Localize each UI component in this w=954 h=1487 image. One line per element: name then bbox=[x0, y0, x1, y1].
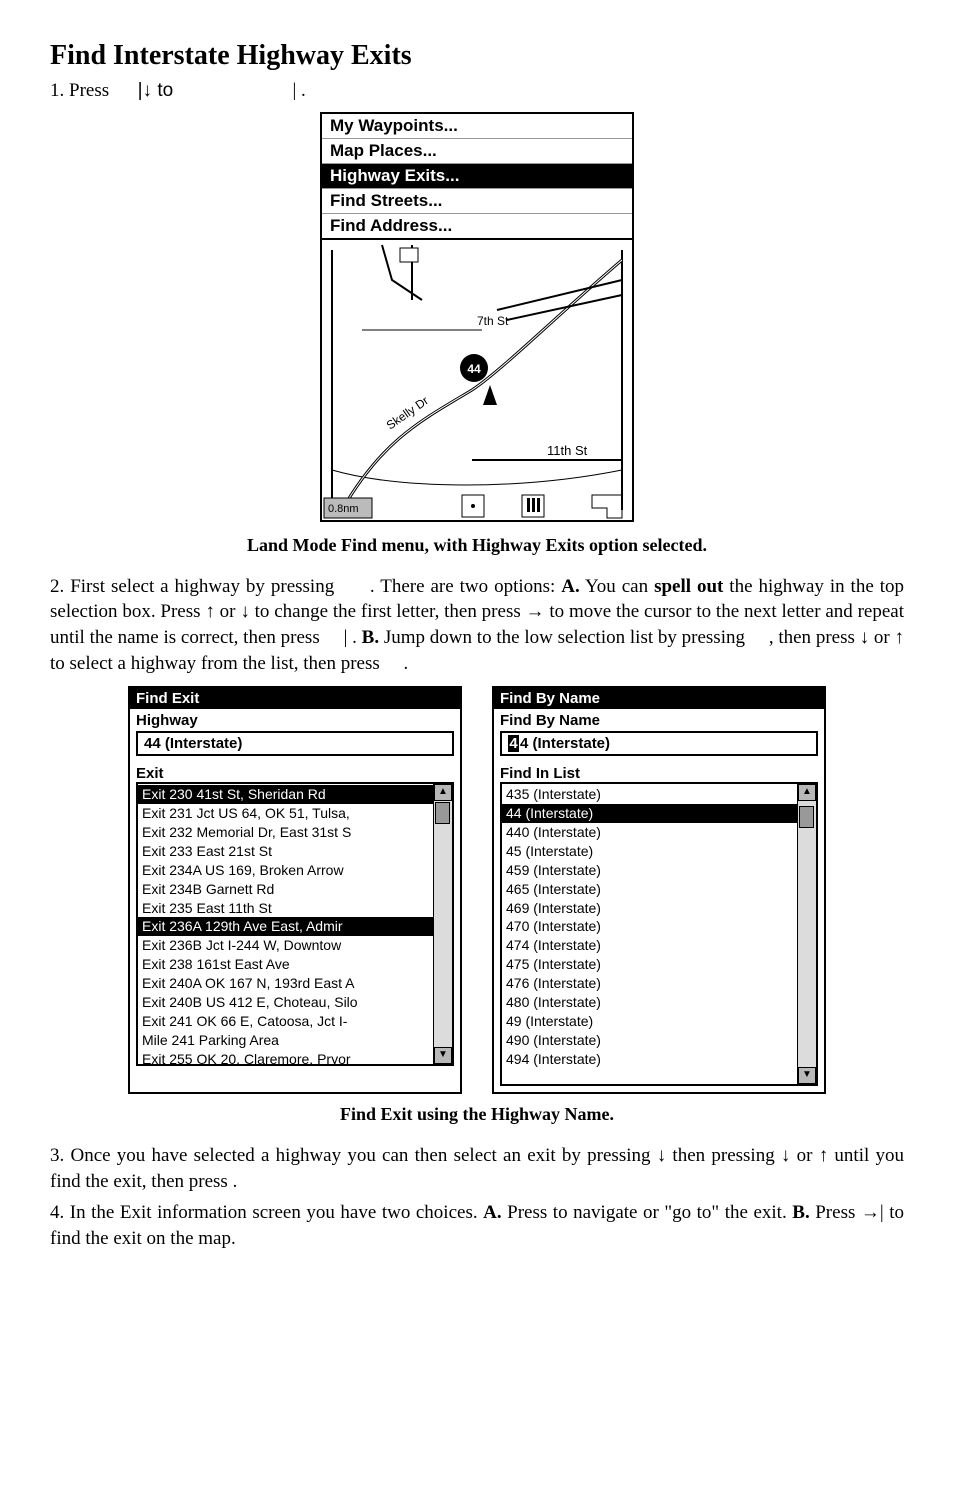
map-label-skelly: Skelly Dr bbox=[384, 393, 431, 432]
p2h: . bbox=[404, 653, 409, 674]
menu-highway-exits[interactable]: Highway Exits... bbox=[322, 164, 632, 189]
exit-listbox[interactable]: Exit 230 41st St, Sheridan RdExit 231 Jc… bbox=[136, 782, 454, 1066]
find-menu: My Waypoints... Map Places... Highway Ex… bbox=[322, 114, 632, 240]
list-item[interactable]: Exit 240A OK 167 N, 193rd East A bbox=[138, 974, 452, 993]
name-rest: 4 (Interstate) bbox=[520, 735, 610, 752]
map-label-11th: 11th St bbox=[547, 443, 588, 458]
list-item[interactable]: Exit 234A US 169, Broken Arrow bbox=[138, 861, 452, 880]
p4-bold-a: A. bbox=[483, 1202, 501, 1223]
list-item[interactable]: Exit 230 41st St, Sheridan Rd bbox=[138, 785, 452, 804]
p2b: . There are two options: bbox=[370, 576, 561, 597]
scroll-thumb[interactable] bbox=[435, 802, 450, 824]
step-4: 4. In the Exit information screen you ha… bbox=[50, 1200, 904, 1251]
p2-bold-a: A. bbox=[561, 576, 579, 597]
p2f: Jump down to the low selection list by p… bbox=[379, 627, 750, 648]
scrollbar[interactable]: ▲ ▼ bbox=[797, 784, 816, 1084]
list-item[interactable]: 494 (Interstate) bbox=[502, 1050, 816, 1069]
p4-bold-b: B. bbox=[792, 1202, 809, 1223]
map-label-7th: 7th St bbox=[477, 314, 509, 328]
step1-text-a: 1. Press bbox=[50, 80, 114, 101]
caption-2: Find Exit using the Highway Name. bbox=[50, 1104, 904, 1125]
menu-my-waypoints[interactable]: My Waypoints... bbox=[322, 114, 632, 139]
p2c: You can bbox=[580, 576, 654, 597]
list-item[interactable]: 440 (Interstate) bbox=[502, 823, 816, 842]
scroll-down-icon[interactable]: ▼ bbox=[798, 1067, 816, 1084]
route-shield: 44 bbox=[467, 362, 481, 376]
scroll-thumb[interactable] bbox=[799, 806, 814, 828]
list-item[interactable]: 44 (Interstate) bbox=[502, 804, 816, 823]
list-item[interactable]: 476 (Interstate) bbox=[502, 974, 816, 993]
list-item[interactable]: 474 (Interstate) bbox=[502, 936, 816, 955]
list-item[interactable]: Exit 234B Garnett Rd bbox=[138, 880, 452, 899]
list-item[interactable]: Exit 255 OK 20, Claremore, Pryor bbox=[138, 1050, 452, 1067]
list-item[interactable]: Exit 232 Memorial Dr, East 31st S bbox=[138, 823, 452, 842]
page-title: Find Interstate Highway Exits bbox=[50, 40, 904, 72]
find-exit-title: Find Exit bbox=[130, 688, 460, 709]
list-item[interactable]: Exit 236A 129th Ave East, Admir bbox=[138, 917, 452, 936]
caption-1: Land Mode Find menu, with Highway Exits … bbox=[50, 535, 904, 556]
step1-text-b: |↓ to bbox=[138, 80, 179, 101]
list-item[interactable]: 45 (Interstate) bbox=[502, 842, 816, 861]
highway-label: Highway bbox=[130, 709, 460, 729]
highway-field[interactable]: 44 (Interstate) bbox=[136, 731, 454, 756]
list-item[interactable]: Exit 238 161st East Ave bbox=[138, 955, 452, 974]
list-item[interactable]: Exit 240B US 412 E, Choteau, Silo bbox=[138, 993, 452, 1012]
map-scale: 0.8nm bbox=[328, 503, 359, 515]
list-item[interactable]: 469 (Interstate) bbox=[502, 899, 816, 918]
list-item[interactable]: 475 (Interstate) bbox=[502, 955, 816, 974]
p4b: Press to navigate or "go to" the exit. bbox=[502, 1202, 793, 1223]
list-item[interactable]: Mile 241 Parking Area bbox=[138, 1031, 452, 1050]
find-by-name-title: Find By Name bbox=[494, 688, 824, 709]
name-listbox[interactable]: 435 (Interstate)44 (Interstate)440 (Inte… bbox=[500, 782, 818, 1086]
list-item[interactable]: 470 (Interstate) bbox=[502, 917, 816, 936]
list-item[interactable]: Exit 233 East 21st St bbox=[138, 842, 452, 861]
p2-bold-b: B. bbox=[362, 627, 379, 648]
map-view: 11th St 7th St Skelly Dr 44 0.8nm bbox=[322, 240, 632, 520]
list-item[interactable]: 465 (Interstate) bbox=[502, 880, 816, 899]
list-item[interactable]: Exit 231 Jct US 64, OK 51, Tulsa, bbox=[138, 804, 452, 823]
scroll-up-icon[interactable]: ▲ bbox=[798, 784, 816, 801]
find-in-list-label: Find In List bbox=[494, 762, 824, 782]
scroll-up-icon[interactable]: ▲ bbox=[434, 784, 452, 801]
exit-label: Exit bbox=[130, 762, 460, 782]
list-item[interactable]: Exit 236B Jct I-244 W, Downtow bbox=[138, 936, 452, 955]
p2e: | . bbox=[344, 627, 362, 648]
find-by-name-window: Find By Name Find By Name 44 (Interstate… bbox=[492, 686, 826, 1094]
menu-find-streets[interactable]: Find Streets... bbox=[322, 189, 632, 214]
p2a: 2. First select a highway by pressing bbox=[50, 576, 340, 597]
list-item[interactable]: Exit 241 OK 66 E, Catoosa, Jct I- bbox=[138, 1012, 452, 1031]
find-name-field[interactable]: 44 (Interstate) bbox=[500, 731, 818, 756]
find-name-label: Find By Name bbox=[494, 709, 824, 729]
list-item[interactable]: 490 (Interstate) bbox=[502, 1031, 816, 1050]
menu-map-places[interactable]: Map Places... bbox=[322, 139, 632, 164]
list-item[interactable]: 480 (Interstate) bbox=[502, 993, 816, 1012]
scrollbar[interactable]: ▲ ▼ bbox=[433, 784, 452, 1064]
find-exit-window: Find Exit Highway 44 (Interstate) Exit E… bbox=[128, 686, 462, 1094]
scroll-down-icon[interactable]: ▼ bbox=[434, 1047, 452, 1064]
step-2: 2. First select a highway by pressing . … bbox=[50, 574, 904, 677]
step1-text-c: | . bbox=[292, 80, 305, 101]
step-3: 3. Once you have selected a highway you … bbox=[50, 1143, 904, 1194]
screenshot-find-menu: My Waypoints... Map Places... Highway Ex… bbox=[320, 112, 634, 522]
p4a: 4. In the Exit information screen you ha… bbox=[50, 1202, 483, 1223]
list-item[interactable]: 459 (Interstate) bbox=[502, 861, 816, 880]
p2-bold-spell: spell out bbox=[654, 576, 723, 597]
name-cursor-char: 4 bbox=[508, 735, 519, 752]
list-item[interactable]: 435 (Interstate) bbox=[502, 785, 816, 804]
menu-find-address[interactable]: Find Address... bbox=[322, 214, 632, 238]
step-1: 1. Press |↓ to | . bbox=[50, 78, 904, 104]
list-item[interactable]: 49 (Interstate) bbox=[502, 1012, 816, 1031]
list-item[interactable]: Exit 235 East 11th St bbox=[138, 899, 452, 918]
